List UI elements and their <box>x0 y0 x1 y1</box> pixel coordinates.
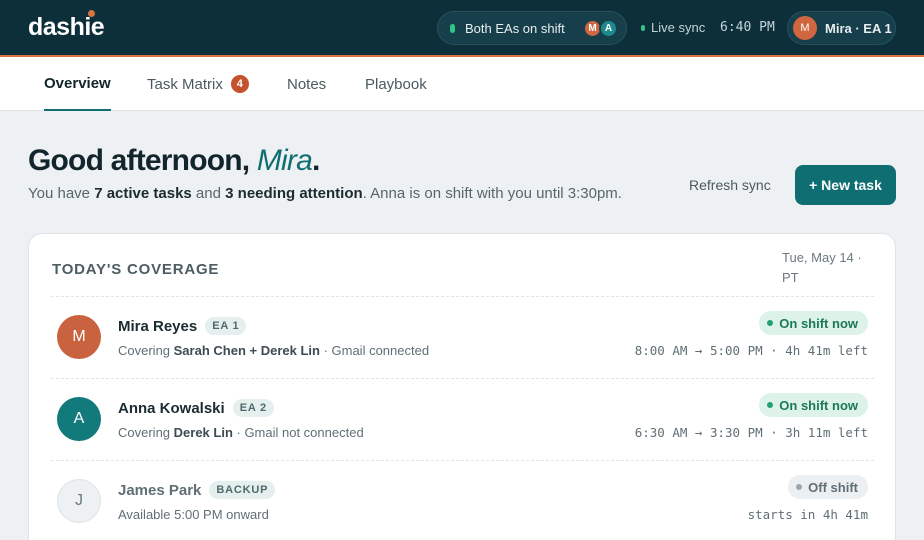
attention-count: 3 needing attention <box>225 185 363 202</box>
covered-clients: Sarah Chen + Derek Lin <box>173 343 320 358</box>
coverage-title: TODAY'S COVERAGE <box>52 261 220 278</box>
person-name: Anna Kowalski EA 2 <box>118 399 274 417</box>
role-badge: EA 2 <box>232 399 274 417</box>
tab-label: Playbook <box>365 75 427 93</box>
status-badge: On shift now <box>759 393 868 417</box>
desc-text: Covering <box>118 425 174 440</box>
shift-hours: 8:00 AM → 5:00 PM · 4h 41m left <box>634 343 868 358</box>
person-name: Mira Reyes EA 1 <box>118 317 247 335</box>
shift-hours: starts in 4h 41m <box>747 507 868 522</box>
desc-text: Covering <box>118 343 174 358</box>
greeting-prefix: Good afternoon, <box>28 144 257 177</box>
tab-task-matrix[interactable]: Task Matrix 4 <box>147 57 249 111</box>
logo-dot-icon <box>88 10 95 17</box>
app-logo[interactable]: dashie <box>28 10 105 42</box>
tab-label: Notes <box>287 75 327 93</box>
live-status-icon <box>450 23 455 33</box>
shift-hours: 6:30 AM → 3:30 PM · 3h 11m left <box>634 425 868 440</box>
tab-overview[interactable]: Overview <box>44 57 111 111</box>
top-bar: dashie Both EAs on shift M A Live sync 6… <box>0 0 924 57</box>
new-task-button[interactable]: + New task <box>795 165 896 205</box>
status-dot-icon <box>767 320 774 326</box>
shift-status-label: Both EAs on shift <box>465 20 565 36</box>
user-avatar: M <box>793 16 817 40</box>
coverage-date: Tue, May 14 · PT <box>782 250 862 285</box>
task-count-badge: 4 <box>230 75 249 93</box>
coverage-row[interactable]: J James Park BACKUP Available 5:00 PM on… <box>51 460 874 540</box>
status-badge: Off shift <box>788 475 868 499</box>
greeting-suffix: . <box>311 144 320 177</box>
desc-text: Available 5:00 PM onward <box>118 507 269 522</box>
status-label: On shift now <box>779 315 858 331</box>
person-name-text: Mira Reyes <box>118 317 198 335</box>
sync-dot-icon <box>641 24 645 31</box>
tab-label: Task Matrix <box>147 75 223 93</box>
logo-text: dashie <box>28 13 105 41</box>
tab-label: Overview <box>44 74 111 92</box>
person-name-text: Anna Kowalski <box>118 399 225 417</box>
person-description: Covering Sarah Chen + Derek Lin · Gmail … <box>118 343 429 358</box>
page-title: Good afternoon, Mira. <box>28 144 320 178</box>
person-description: Available 5:00 PM onward <box>118 507 269 522</box>
avatar: A <box>57 397 101 441</box>
desc-text: · Gmail connected <box>319 343 430 358</box>
active-tasks-count: 7 active tasks <box>94 185 192 202</box>
status-dot-icon <box>796 484 803 490</box>
summary-text: You have <box>28 185 95 202</box>
live-sync-indicator: Live sync <box>641 20 705 35</box>
role-badge: EA 1 <box>205 317 247 335</box>
user-label: Mira · EA 1 <box>825 20 892 36</box>
summary-text: and <box>191 185 226 202</box>
tab-bar: Overview Task Matrix 4 Notes Playbook <box>0 57 924 111</box>
desc-text: · Gmail not connected <box>232 425 364 440</box>
coverage-row[interactable]: A Anna Kowalski EA 2 Covering Derek Lin … <box>51 378 874 460</box>
person-name-text: James Park <box>118 481 202 499</box>
covered-clients: Derek Lin <box>173 425 233 440</box>
summary-text: . Anna is on shift with you until 3:30pm… <box>362 185 622 202</box>
tab-playbook[interactable]: Playbook <box>365 57 427 111</box>
role-badge: BACKUP <box>209 481 276 499</box>
tab-notes[interactable]: Notes <box>287 57 326 111</box>
user-menu-button[interactable]: M Mira · EA 1 <box>787 11 896 45</box>
shift-status-pill[interactable]: Both EAs on shift M A <box>437 11 627 45</box>
status-dot-icon <box>767 402 774 408</box>
avatar: M <box>57 315 101 359</box>
avatar: J <box>57 479 101 523</box>
status-label: Off shift <box>808 479 858 495</box>
coverage-row[interactable]: M Mira Reyes EA 1 Covering Sarah Chen + … <box>51 296 874 378</box>
live-sync-label: Live sync <box>651 20 706 35</box>
person-description: Covering Derek Lin · Gmail not connected <box>118 425 364 440</box>
greeting-summary: You have 7 active tasks and 3 needing at… <box>28 185 622 202</box>
refresh-sync-button[interactable]: Refresh sync <box>689 177 771 193</box>
status-badge: On shift now <box>759 311 868 335</box>
coverage-card: TODAY'S COVERAGE Tue, May 14 · PT M Mira… <box>28 233 896 540</box>
current-time: 6:40 PM <box>720 20 775 35</box>
person-name: James Park BACKUP <box>118 481 276 499</box>
greeting-name: Mira <box>256 144 313 177</box>
avatar: A <box>599 19 618 38</box>
status-label: On shift now <box>779 397 858 413</box>
